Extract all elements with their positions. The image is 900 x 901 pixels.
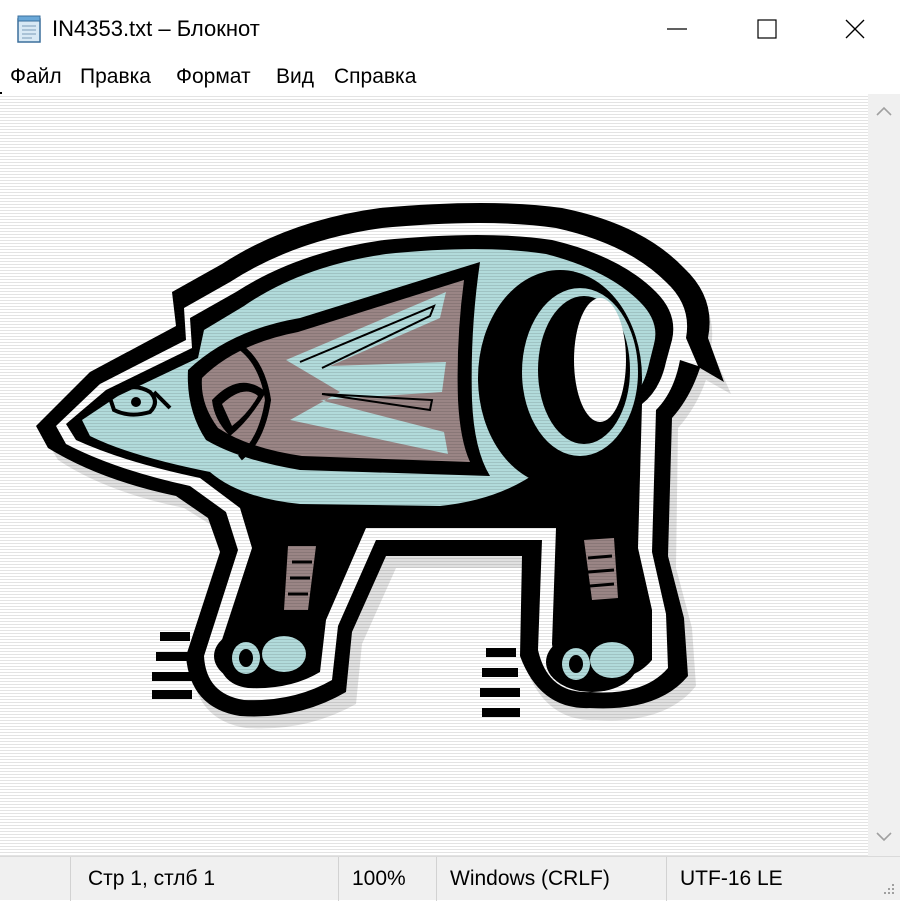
status-divider	[666, 857, 667, 901]
maximize-icon	[757, 19, 777, 39]
close-button[interactable]	[810, 0, 900, 58]
menu-format[interactable]: Формат	[176, 64, 251, 90]
menu-file[interactable]: Файл	[10, 64, 62, 90]
bear-figure	[0, 94, 868, 856]
line-endings: Windows (CRLF)	[450, 867, 610, 890]
chevron-down-icon	[876, 829, 892, 847]
zoom-level: 100%	[352, 867, 406, 890]
resize-grip-icon[interactable]	[880, 880, 896, 896]
menu-edit[interactable]: Правка	[80, 64, 151, 90]
text-editor-area[interactable]	[0, 94, 868, 856]
status-divider	[70, 857, 71, 901]
cursor-position: Стр 1, стлб 1	[88, 867, 216, 890]
scroll-down-button[interactable]	[868, 820, 900, 856]
window-title: IN4353.txt – Блокнот	[52, 16, 260, 41]
chevron-up-icon	[876, 103, 892, 121]
minimize-icon	[667, 19, 687, 39]
menu-bar: Файл Правка Формат Вид Справка	[0, 58, 900, 94]
maximize-button[interactable]	[722, 0, 812, 58]
encoding: UTF-16 LE	[680, 867, 783, 890]
close-icon	[845, 19, 865, 39]
vertical-scrollbar[interactable]	[868, 94, 900, 856]
minimize-button[interactable]	[632, 0, 722, 58]
status-divider	[338, 857, 339, 901]
scroll-up-button[interactable]	[868, 94, 900, 130]
menu-view[interactable]: Вид	[276, 64, 314, 90]
notepad-icon	[14, 14, 44, 44]
status-divider	[436, 857, 437, 901]
menu-help[interactable]: Справка	[334, 64, 416, 90]
title-bar[interactable]: IN4353.txt – Блокнот	[0, 0, 900, 58]
status-bar: Стр 1, стлб 1 100% Windows (CRLF) UTF-16…	[0, 856, 900, 901]
